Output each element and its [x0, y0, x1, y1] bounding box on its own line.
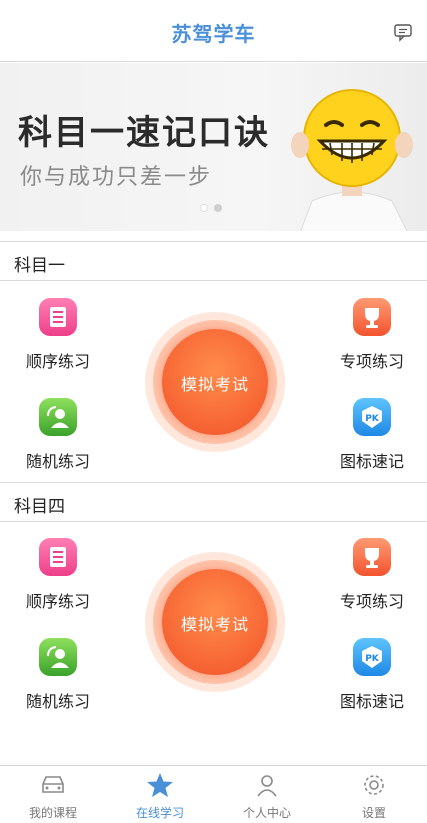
sign-memorize-label: 图标速记: [339, 452, 404, 471]
order-practice-button[interactable]: 顺序练习: [3, 538, 113, 612]
banner-dot-2[interactable]: [214, 204, 222, 212]
svg-text:PK: PK: [365, 654, 380, 664]
tab-online-study[interactable]: 在线学习: [107, 766, 213, 823]
gear-icon: [364, 775, 384, 795]
random-practice-button[interactable]: 随机练习: [3, 398, 113, 472]
message-icon[interactable]: [393, 22, 413, 42]
mock-exam-circle: 模拟考试: [162, 569, 268, 675]
section-title: 科目四: [14, 497, 65, 517]
order-practice-label: 顺序练习: [25, 592, 90, 611]
banner-dot-1[interactable]: [200, 204, 208, 212]
mock-exam-button[interactable]: 模拟考试: [145, 312, 285, 452]
trophy-icon: [353, 298, 391, 336]
section-subject-four-header: 科目四: [0, 482, 427, 522]
special-practice-button[interactable]: 专项练习: [317, 298, 427, 372]
sign-memorize-label: 图标速记: [339, 692, 404, 711]
user-icon: [257, 775, 277, 797]
tab-label: 在线学习: [135, 806, 184, 820]
app-screen: 苏驾学车 科目一速记口诀 你与成功只差一步 科目一 顺序练习 专项练习 随机练习…: [0, 0, 427, 823]
list-icon: [39, 298, 77, 336]
top-bar: 苏驾学车: [0, 0, 427, 62]
app-title: 苏驾学车: [171, 22, 256, 46]
tab-label: 我的课程: [28, 806, 77, 820]
star-icon: [147, 773, 173, 797]
special-practice-button[interactable]: 专项练习: [317, 538, 427, 612]
car-icon: [42, 776, 64, 793]
smiley-person-image: [291, 89, 413, 231]
order-practice-button[interactable]: 顺序练习: [3, 298, 113, 372]
pk-icon: PK: [353, 398, 391, 436]
special-practice-label: 专项练习: [339, 352, 404, 371]
sign-memorize-button[interactable]: PK 图标速记: [317, 398, 427, 472]
bottom-tab-bar: 我的课程 在线学习 个人中心 设置: [0, 765, 427, 823]
svg-text:PK: PK: [365, 414, 380, 424]
mock-exam-label: 模拟考试: [180, 615, 249, 634]
tab-my-courses[interactable]: 我的课程: [0, 766, 106, 823]
banner-headline: 科目一速记口诀: [18, 113, 270, 153]
tab-settings[interactable]: 设置: [321, 766, 427, 823]
sign-memorize-button[interactable]: PK 图标速记: [317, 638, 427, 712]
special-practice-label: 专项练习: [339, 592, 404, 611]
section-subject-one-header: 科目一: [0, 241, 427, 281]
banner-subtitle: 你与成功只差一步: [20, 165, 213, 190]
tab-personal-center[interactable]: 个人中心: [214, 766, 320, 823]
pk-icon: PK: [353, 638, 391, 676]
trophy-icon: [353, 538, 391, 576]
order-practice-label: 顺序练习: [25, 352, 90, 371]
mock-exam-label: 模拟考试: [180, 375, 249, 394]
list-icon: [39, 538, 77, 576]
random-practice-label: 随机练习: [25, 452, 90, 471]
tab-label: 设置: [361, 806, 386, 820]
random-practice-button[interactable]: 随机练习: [3, 638, 113, 712]
random-practice-label: 随机练习: [25, 692, 90, 711]
random-user-icon: [39, 638, 77, 676]
banner-pagination[interactable]: [200, 197, 228, 216]
random-user-icon: [39, 398, 77, 436]
promo-banner[interactable]: 科目一速记口诀 你与成功只差一步: [0, 63, 427, 231]
mock-exam-circle: 模拟考试: [162, 329, 268, 435]
tab-label: 个人中心: [242, 806, 291, 820]
section-title: 科目一: [14, 256, 65, 276]
mock-exam-button[interactable]: 模拟考试: [145, 552, 285, 692]
